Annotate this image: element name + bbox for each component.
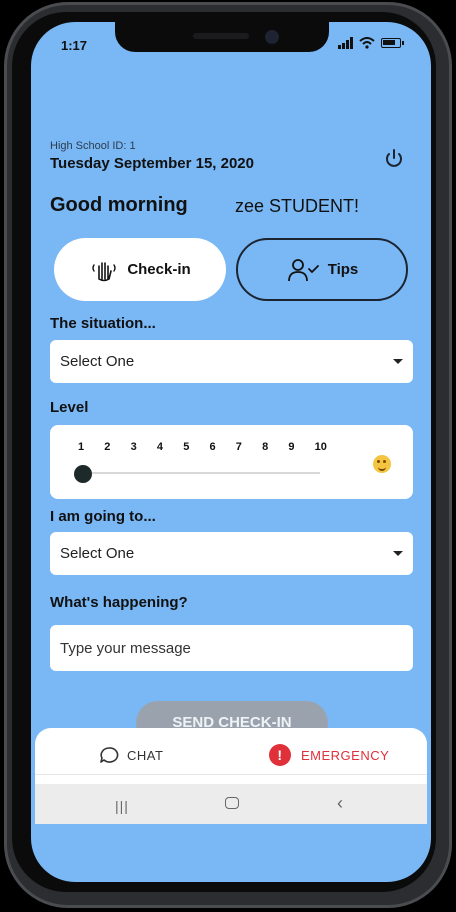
notch	[115, 22, 329, 52]
level-tick: 7	[235, 441, 242, 453]
hand-wave-icon	[92, 261, 117, 281]
battery-icon	[381, 38, 404, 48]
speaker-icon	[193, 33, 249, 39]
emergency-label: EMERGENCY	[301, 747, 390, 763]
going-label: I am going to...	[50, 508, 156, 525]
level-track[interactable]	[80, 472, 320, 474]
status-time: 1:17	[61, 38, 88, 53]
level-tick: 4	[156, 441, 164, 453]
school-id: High School ID: 1	[50, 140, 136, 152]
level-tick: 5	[183, 441, 190, 453]
chat-tab[interactable]: CHAT	[99, 746, 163, 764]
status-icons	[338, 37, 404, 49]
level-label: Level	[50, 399, 89, 416]
message-input[interactable]: Type your message	[50, 625, 413, 671]
student-name: zee STUDENT!	[235, 196, 360, 216]
situation-label: The situation...	[50, 315, 156, 332]
checkin-toggle[interactable]: Check-in	[54, 238, 226, 301]
chevron-down-icon	[393, 359, 403, 364]
happening-label: What's happening?	[50, 594, 188, 611]
level-slider-card: 1 2 3 4 5 6 7 8 9 10	[50, 425, 413, 499]
going-value: Select One	[60, 545, 135, 562]
level-tick: 10	[314, 441, 327, 453]
checkin-label: Check-in	[127, 261, 191, 278]
power-icon[interactable]	[383, 148, 405, 170]
level-tick: 2	[104, 441, 111, 453]
chat-label: CHAT	[127, 747, 164, 763]
message-placeholder: Type your message	[60, 639, 191, 657]
situation-select[interactable]: Select One	[50, 340, 413, 383]
camera-icon	[265, 30, 279, 44]
going-select[interactable]: Select One	[50, 532, 413, 575]
current-date: Tuesday September 15, 2020	[50, 155, 254, 172]
system-nav-bar: ||| ‹	[35, 784, 427, 824]
level-tick: 9	[288, 441, 295, 453]
chat-bubble-icon	[100, 747, 119, 763]
recents-icon[interactable]: |||	[115, 798, 129, 814]
level-tick: 1	[78, 441, 85, 453]
home-icon[interactable]	[225, 797, 239, 809]
divider	[35, 774, 427, 775]
wifi-icon	[359, 37, 375, 49]
chevron-down-icon	[393, 551, 403, 556]
app-screen: 1:17 High School ID: 1 Tuesday September…	[31, 22, 431, 882]
level-tick: 6	[209, 441, 216, 453]
tips-label: Tips	[327, 261, 359, 278]
greeting: Good morning	[50, 194, 188, 216]
tips-toggle[interactable]: Tips	[236, 238, 408, 301]
emergency-tab[interactable]: ! EMERGENCY	[269, 744, 389, 766]
signal-icon	[338, 37, 353, 49]
user-check-icon	[287, 258, 319, 281]
back-icon[interactable]: ‹	[337, 793, 343, 814]
level-ticks: 1 2 3 4 5 6 7 8 9 10	[78, 441, 341, 453]
situation-value: Select One	[60, 353, 135, 370]
level-thumb[interactable]	[74, 465, 92, 483]
smiley-icon	[373, 455, 391, 473]
level-tick: 3	[130, 441, 137, 453]
alert-icon: !	[269, 744, 291, 766]
level-tick: 8	[262, 441, 269, 453]
bottom-nav: CHAT ! EMERGENCY	[35, 728, 427, 784]
